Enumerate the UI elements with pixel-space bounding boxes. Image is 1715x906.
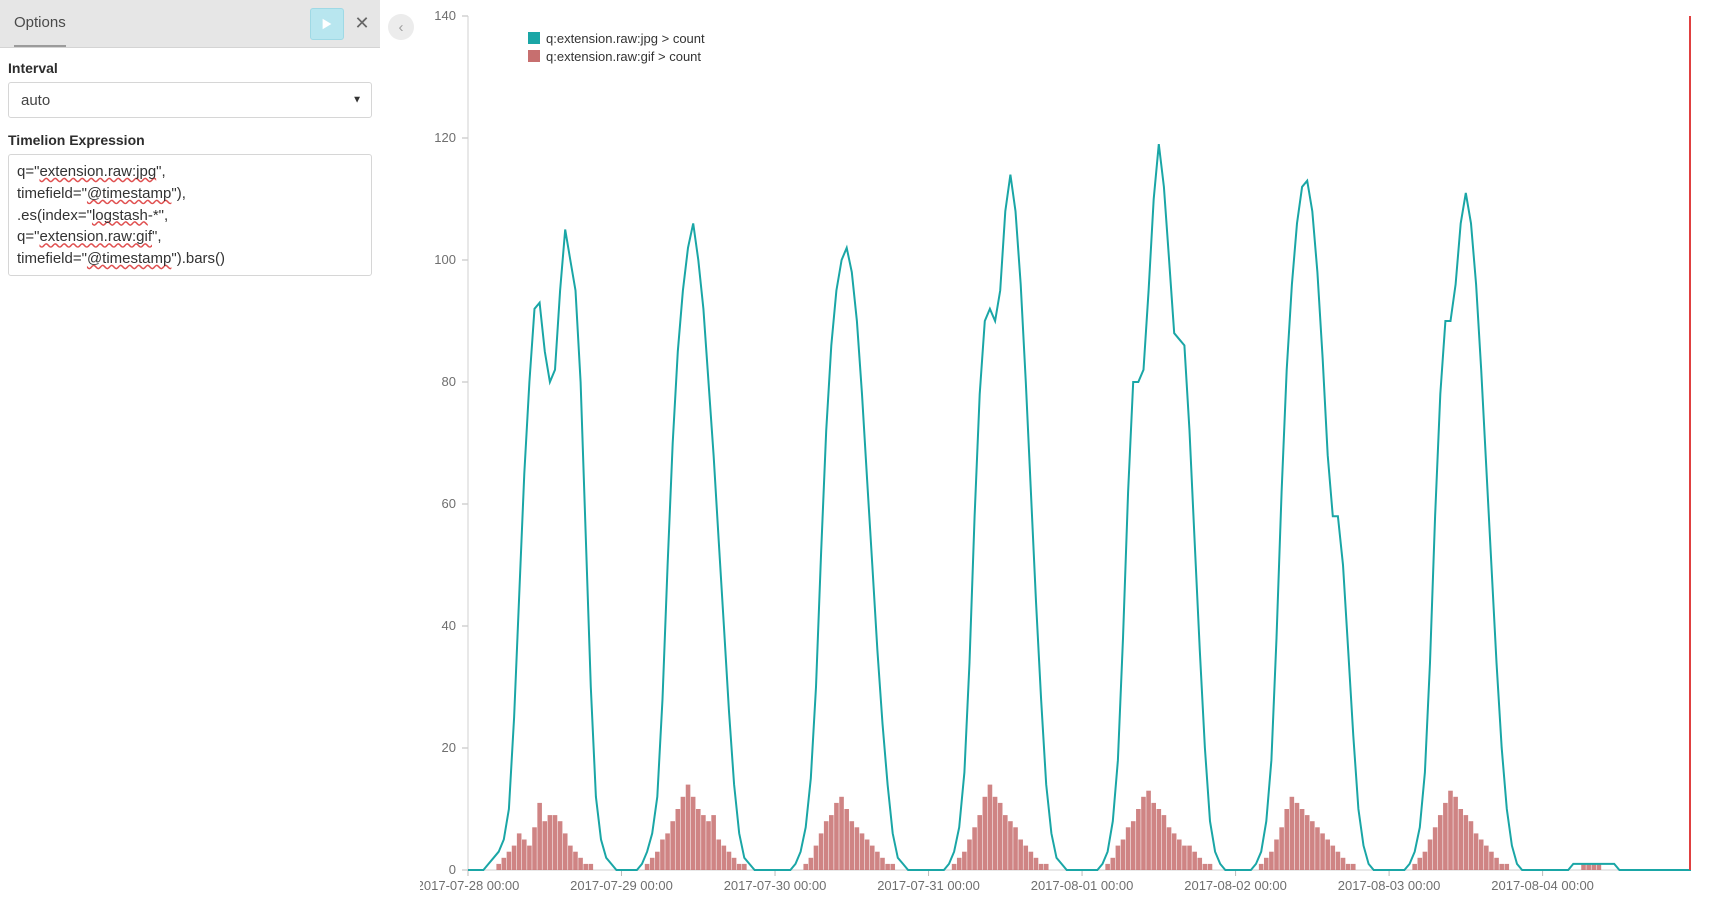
play-button[interactable] (310, 8, 344, 40)
svg-text:80: 80 (442, 374, 456, 389)
svg-text:140: 140 (434, 8, 456, 23)
svg-text:60: 60 (442, 496, 456, 511)
svg-text:2017-07-31 00:00: 2017-07-31 00:00 (877, 878, 980, 893)
svg-text:q:extension.raw:jpg > count: q:extension.raw:jpg > count (546, 31, 705, 46)
svg-text:2017-08-03 00:00: 2017-08-03 00:00 (1338, 878, 1441, 893)
svg-text:0: 0 (449, 862, 456, 877)
svg-text:120: 120 (434, 130, 456, 145)
close-icon: ✕ (354, 13, 369, 34)
expression-label: Timelion Expression (8, 132, 372, 148)
play-icon (320, 17, 334, 31)
options-sidebar: Options ✕ Interval auto Timelion Express… (0, 0, 380, 906)
chart-panel: ‹ 0 20 40 60 80 100 120 140 2017-07-28 00:00 2017… (380, 0, 1715, 906)
back-button[interactable]: ‹ (388, 14, 414, 40)
svg-text:40: 40 (442, 618, 456, 633)
options-header: Options ✕ (0, 0, 380, 48)
svg-text:100: 100 (434, 252, 456, 267)
svg-text:2017-07-28 00:00: 2017-07-28 00:00 (420, 878, 519, 893)
interval-select[interactable]: auto (8, 82, 372, 118)
expression-textarea[interactable]: q="extension.raw:jpg", timefield="@times… (8, 154, 372, 276)
svg-text:2017-08-04 00:00: 2017-08-04 00:00 (1491, 878, 1594, 893)
svg-text:2017-07-30 00:00: 2017-07-30 00:00 (724, 878, 827, 893)
svg-text:q:extension.raw:gif > count: q:extension.raw:gif > count (546, 49, 701, 64)
svg-text:20: 20 (442, 740, 456, 755)
svg-text:2017-08-02 00:00: 2017-08-02 00:00 (1184, 878, 1287, 893)
timelion-chart[interactable]: 0 20 40 60 80 100 120 140 2017-07-28 00:00 2017-0… (420, 6, 1705, 900)
svg-text:2017-07-29 00:00: 2017-07-29 00:00 (570, 878, 673, 893)
close-button[interactable]: ✕ (350, 12, 374, 36)
svg-text:2017-08-01 00:00: 2017-08-01 00:00 (1031, 878, 1134, 893)
chevron-left-icon: ‹ (399, 19, 404, 36)
options-tab[interactable]: Options (14, 14, 66, 47)
interval-label: Interval (8, 60, 372, 76)
